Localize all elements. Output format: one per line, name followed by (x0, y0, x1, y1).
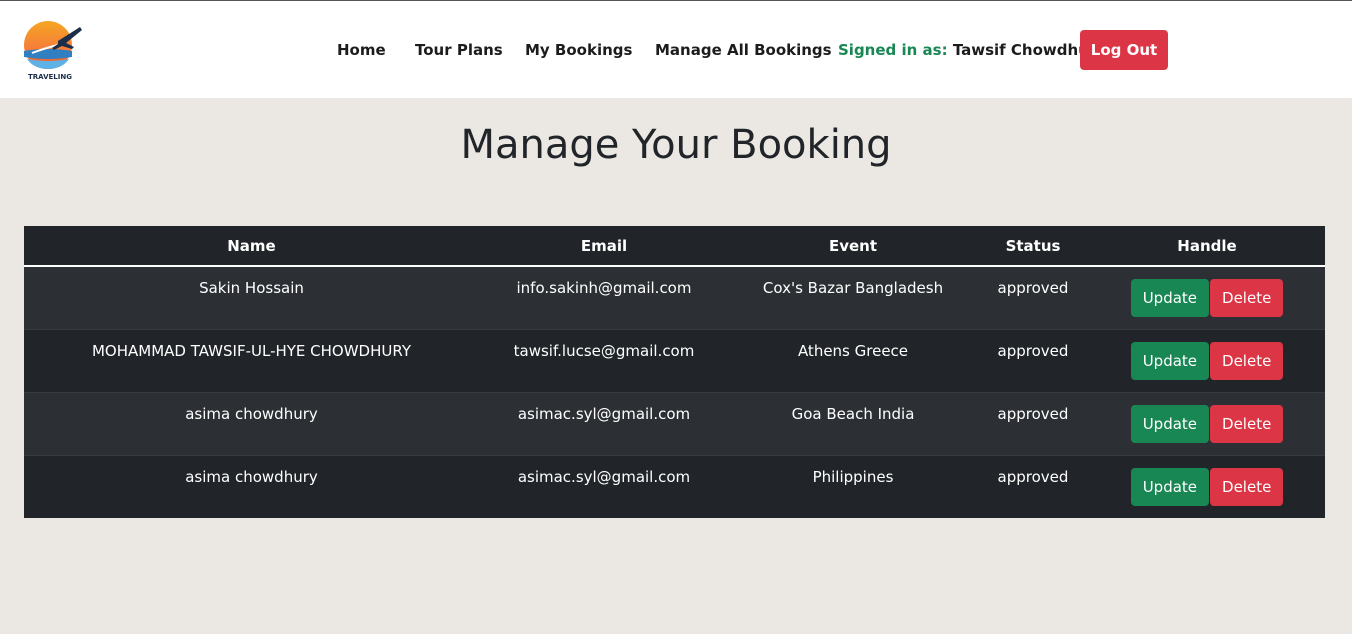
header-name: Name (24, 226, 479, 267)
navbar: TRAVELING Home Tour Plans My Bookings Ma… (0, 1, 1352, 98)
cell-handle: Update Delete (1089, 454, 1325, 518)
cell-event: Cox's Bazar Bangladesh (762, 279, 944, 297)
logo-text: TRAVELING (28, 73, 72, 81)
signed-in-label: Signed in as: (838, 41, 948, 59)
cell-status: approved (997, 279, 1069, 297)
nav-home-link[interactable]: Home (337, 41, 386, 59)
nav-manage-all-bookings-link[interactable]: Manage All Bookings (655, 41, 832, 59)
logout-button[interactable]: Log Out (1080, 30, 1168, 70)
cell-handle: Update Delete (1089, 391, 1325, 455)
update-button[interactable]: Update (1130, 467, 1210, 506)
delete-button[interactable]: Delete (1210, 467, 1284, 506)
update-button[interactable]: Update (1130, 341, 1210, 380)
update-button[interactable]: Update (1130, 279, 1210, 317)
header-status: Status (977, 226, 1089, 267)
table-header-row: Name Email Event Status Handle (24, 226, 1325, 267)
bookings-table: Name Email Event Status Handle Sakin Hos… (24, 226, 1325, 518)
cell-email: asimac.syl@gmail.com (479, 391, 729, 455)
delete-button[interactable]: Delete (1210, 279, 1284, 317)
cell-status: approved (977, 454, 1089, 518)
nav-my-bookings-link[interactable]: My Bookings (525, 41, 632, 59)
header-handle: Handle (1089, 226, 1325, 267)
cell-email: tawsif.lucse@gmail.com (479, 328, 729, 392)
cell-event: Goa Beach India (729, 391, 977, 455)
cell-name: MOHAMMAD TAWSIF-UL-HYE CHOWDHURY (24, 328, 479, 392)
cell-status: approved (977, 328, 1089, 392)
table-row: asima chowdhury asimac.syl@gmail.com Goa… (24, 391, 1325, 455)
cell-email: asimac.syl@gmail.com (479, 454, 729, 518)
cell-handle: Update Delete (1089, 266, 1325, 329)
table-row: Sakin Hossain info.sakinh@gmail.com Cox'… (24, 266, 1325, 329)
nav-tour-plans-link[interactable]: Tour Plans (415, 41, 503, 59)
signed-in-indicator: Signed in as: Tawsif Chowdhury (838, 41, 1106, 59)
cell-name: asima chowdhury (24, 454, 479, 518)
cell-name: Sakin Hossain (199, 279, 304, 297)
table-row: MOHAMMAD TAWSIF-UL-HYE CHOWDHURY tawsif.… (24, 328, 1325, 392)
update-button[interactable]: Update (1130, 404, 1210, 443)
delete-button[interactable]: Delete (1210, 404, 1284, 443)
cell-event: Athens Greece (729, 328, 977, 392)
page-title: Manage Your Booking (460, 122, 892, 168)
cell-name: asima chowdhury (24, 391, 479, 455)
header-event: Event (729, 226, 977, 267)
traveling-logo[interactable]: TRAVELING (14, 17, 86, 83)
table-row: asima chowdhury asimac.syl@gmail.com Phi… (24, 454, 1325, 518)
cell-event: Philippines (729, 454, 977, 518)
delete-button[interactable]: Delete (1210, 341, 1284, 380)
cell-status: approved (977, 391, 1089, 455)
header-email: Email (479, 226, 729, 267)
cell-handle: Update Delete (1089, 328, 1325, 392)
cell-email: info.sakinh@gmail.com (516, 279, 692, 297)
